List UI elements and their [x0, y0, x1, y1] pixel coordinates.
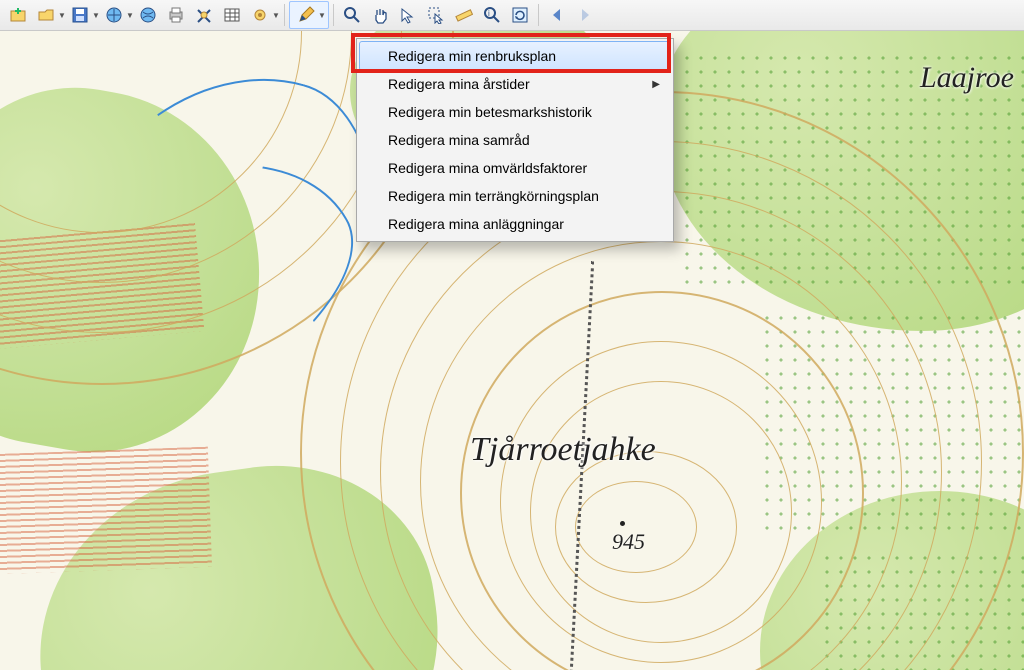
open-button[interactable]: [33, 2, 59, 28]
menu-item-label: Redigera mina anläggningar: [388, 216, 564, 232]
menu-item-label: Redigera min betesmarkshistorik: [388, 104, 592, 120]
edit-pencil-button[interactable]: [293, 2, 319, 28]
edit-tool-group: ▼: [289, 1, 329, 29]
menu-item-label: Redigera mina omvärldsfaktorer: [388, 160, 587, 176]
nav-back-button[interactable]: [544, 2, 570, 28]
open-dropdown-icon[interactable]: ▼: [58, 11, 66, 20]
menu-item-samrad[interactable]: Redigera mina samråd: [360, 126, 670, 154]
menu-item-label: Redigera min renbruksplan: [388, 48, 556, 64]
zoom-button[interactable]: [339, 2, 365, 28]
toolbar-separator: [284, 4, 285, 26]
add-layer-button[interactable]: [5, 2, 31, 28]
attribute-table-button[interactable]: [219, 2, 245, 28]
menu-item-renbruksplan[interactable]: Redigera min renbruksplan: [359, 41, 671, 71]
menu-item-terrangkorningsplan[interactable]: Redigera min terrängkörningsplan: [360, 182, 670, 210]
menu-item-betesmarkshistorik[interactable]: Redigera min betesmarkshistorik: [360, 98, 670, 126]
toolbar-separator: [333, 4, 334, 26]
menu-item-label: Redigera min terrängkörningsplan: [388, 188, 599, 204]
save-dropdown-icon[interactable]: ▼: [92, 11, 100, 20]
tools-button[interactable]: [247, 2, 273, 28]
map-contour: [575, 481, 697, 573]
globe-button[interactable]: [135, 2, 161, 28]
pan-button[interactable]: [367, 2, 393, 28]
edit-dropdown-icon[interactable]: ▼: [318, 11, 326, 20]
identify-button[interactable]: i: [479, 2, 505, 28]
refresh-button[interactable]: [507, 2, 533, 28]
layer-globe-dropdown-icon[interactable]: ▼: [126, 11, 134, 20]
svg-text:i: i: [488, 9, 490, 18]
menu-item-arstider[interactable]: Redigera mina årstider: [360, 70, 670, 98]
map-spot-height-dot: [620, 521, 625, 526]
map-wetland: [0, 447, 212, 576]
main-toolbar: ▼ ▼ ▼ ▼ ▼ i: [0, 0, 1024, 31]
toolbar-separator: [538, 4, 539, 26]
select-point-button[interactable]: [395, 2, 421, 28]
nav-forward-button[interactable]: [572, 2, 598, 28]
print-button[interactable]: [163, 2, 189, 28]
menu-item-label: Redigera mina årstider: [388, 76, 530, 92]
measure-button[interactable]: [451, 2, 477, 28]
settings-button[interactable]: [191, 2, 217, 28]
map-label-north: Laajroe: [920, 61, 1014, 95]
menu-item-label: Redigera mina samråd: [388, 132, 530, 148]
map-label-main: Tjårroetjahke: [470, 431, 656, 469]
layer-globe-button[interactable]: [101, 2, 127, 28]
tools-dropdown-icon[interactable]: ▼: [272, 11, 280, 20]
select-rect-button[interactable]: [423, 2, 449, 28]
edit-dropdown-menu: Redigera min renbruksplan Redigera mina …: [356, 38, 674, 242]
menu-item-anlaggningar[interactable]: Redigera mina anläggningar: [360, 210, 670, 238]
menu-item-omvarldsfaktorer[interactable]: Redigera mina omvärldsfaktorer: [360, 154, 670, 182]
map-spot-height: 945: [612, 529, 645, 555]
save-button[interactable]: [67, 2, 93, 28]
